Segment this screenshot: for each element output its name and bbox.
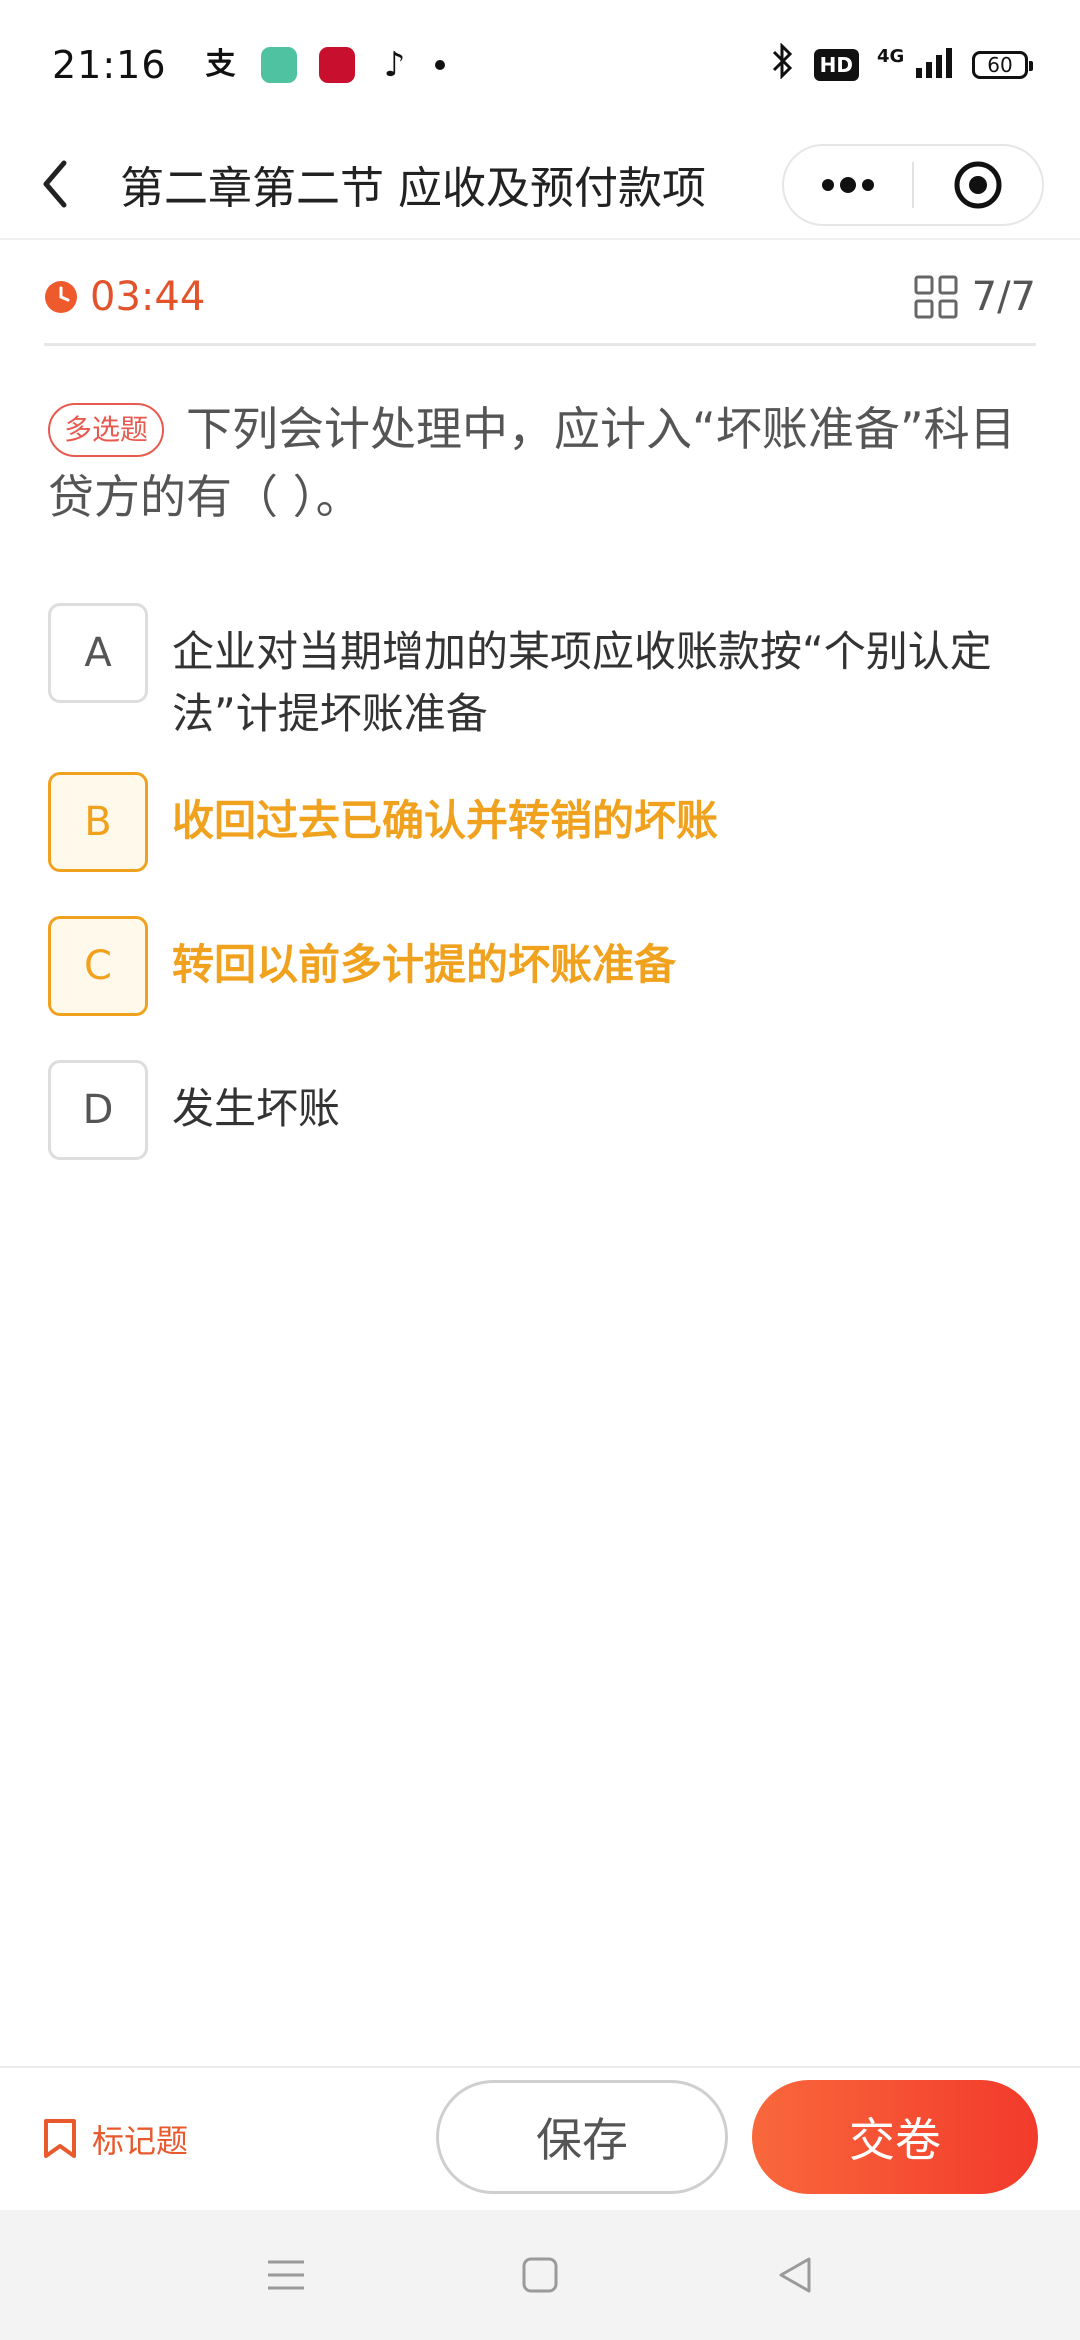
- back-arrow-icon[interactable]: [40, 159, 70, 209]
- option-text: 企业对当期增加的某项应收账款按“个别认定法”计提坏账准备: [172, 627, 992, 738]
- target-close-icon: [954, 161, 1002, 209]
- option-d[interactable]: D 发生坏账: [48, 1060, 1038, 1160]
- green-app-icon: [260, 47, 297, 83]
- close-miniprogram-button[interactable]: [914, 146, 1042, 224]
- alipay-icon: 支: [205, 47, 236, 82]
- status-time: 21:16: [52, 43, 167, 87]
- option-letter: A: [48, 603, 148, 703]
- network-type: 4G: [876, 45, 905, 67]
- bookmark-icon: [44, 2119, 76, 2158]
- clock-icon: [45, 280, 77, 313]
- question-progress: 7/7: [971, 273, 1036, 320]
- page-title: 第二章第二节 应收及预付款项: [120, 163, 706, 214]
- signal-icon: 4G: [877, 46, 954, 85]
- status-bar: 21:16 支 ♪ HD 4G 60: [0, 0, 1080, 130]
- question-navigator[interactable]: 7/7: [914, 274, 1036, 320]
- countdown-timer: 03:44: [90, 273, 206, 320]
- timer-row: 03:44 7/7: [44, 250, 1036, 346]
- question-stem: 多选题 下列会计处理中，应计入“坏账准备”科目贷方的有（ ）。: [48, 395, 1038, 531]
- notification-dot-icon: [434, 60, 445, 70]
- submit-exam-button[interactable]: 交卷: [752, 2080, 1038, 2194]
- system-navigation-bar: [0, 2210, 1080, 2340]
- grid-icon: [914, 275, 958, 318]
- more-button[interactable]: [784, 146, 912, 224]
- question-text: 下列会计处理中，应计入“坏账准备”科目贷方的有（ ）。: [48, 402, 1016, 524]
- option-text: 转回以前多计提的坏账准备: [172, 940, 677, 989]
- back-triangle-icon[interactable]: [772, 2253, 816, 2297]
- mark-question-label: 标记题: [92, 2122, 189, 2160]
- more-dots-icon: [822, 177, 874, 193]
- save-button[interactable]: 保存: [436, 2080, 728, 2194]
- bank-app-icon: [318, 47, 355, 83]
- option-text: 发生坏账: [172, 1084, 341, 1133]
- home-square-icon[interactable]: [518, 2253, 562, 2297]
- mark-question-button[interactable]: 标记题: [42, 2116, 188, 2162]
- miniprogram-capsule: [782, 144, 1044, 226]
- tiktok-icon: ♪: [383, 45, 406, 85]
- option-letter: D: [48, 1060, 148, 1160]
- bluetooth-icon: [770, 41, 796, 88]
- option-a[interactable]: A 企业对当期增加的某项应收账款按“个别认定法”计提坏账准备: [48, 603, 1038, 745]
- hd-badge: HD: [813, 49, 859, 81]
- bottom-action-bar: 标记题 保存 交卷: [0, 2066, 1080, 2210]
- menu-icon[interactable]: [264, 2253, 308, 2297]
- option-b[interactable]: B 收回过去已确认并转销的坏账: [48, 772, 1038, 872]
- battery-level: 60: [987, 53, 1013, 77]
- option-letter: C: [48, 916, 148, 1016]
- option-c[interactable]: C 转回以前多计提的坏账准备: [48, 916, 1038, 1016]
- option-text: 收回过去已确认并转销的坏账: [172, 796, 719, 845]
- nav-bar: 第二章第二节 应收及预付款项: [0, 130, 1080, 240]
- question-type-badge: 多选题: [48, 403, 165, 457]
- option-letter: B: [48, 772, 148, 872]
- battery-icon: 60: [972, 51, 1033, 79]
